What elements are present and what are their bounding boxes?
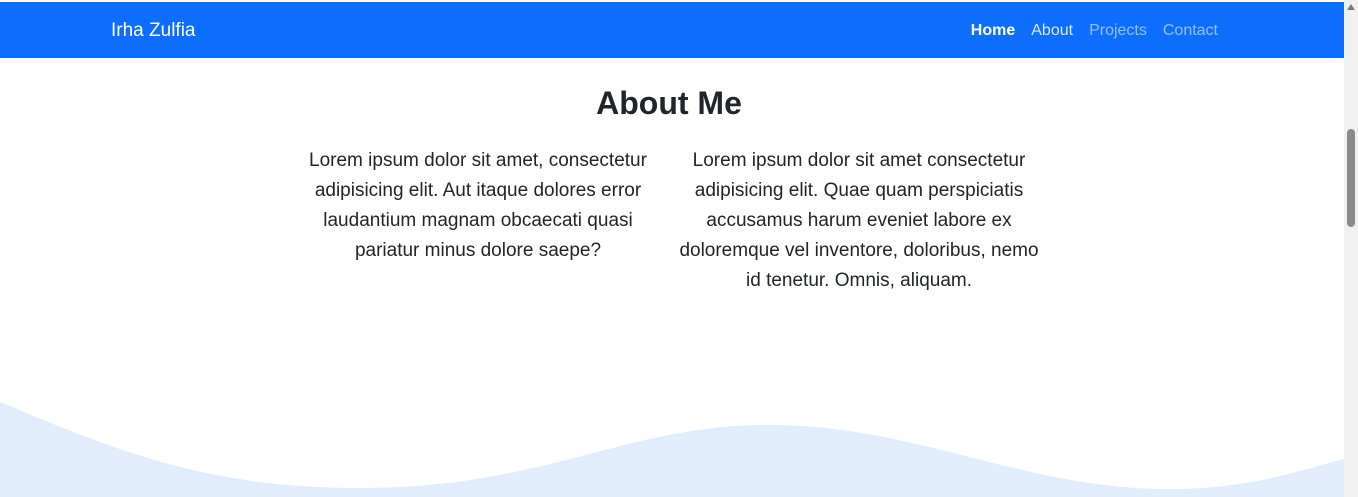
wave-decoration [0, 402, 1344, 497]
nav-link-projects[interactable]: Projects [1089, 21, 1147, 41]
scrollbar-thumb[interactable] [1347, 129, 1355, 227]
nav-link-about[interactable]: About [1031, 21, 1073, 41]
about-paragraph-left: Lorem ipsum dolor sit amet, consectetur … [309, 150, 647, 261]
nav-links: Home About Projects Contact [971, 21, 1218, 41]
page-viewport: Irha Zulfia Home About Projects Contact … [0, 0, 1344, 497]
about-title: About Me [596, 85, 742, 121]
navbar: Irha Zulfia Home About Projects Contact [0, 2, 1344, 58]
nav-link-contact[interactable]: Contact [1163, 21, 1218, 41]
vertical-scrollbar[interactable] [1344, 0, 1358, 497]
scroll-up-icon[interactable] [1347, 4, 1355, 10]
nav-link-home[interactable]: Home [971, 21, 1015, 41]
about-paragraph-right: Lorem ipsum dolor sit amet consectetur a… [679, 150, 1039, 291]
brand-link[interactable]: Irha Zulfia [111, 20, 195, 42]
